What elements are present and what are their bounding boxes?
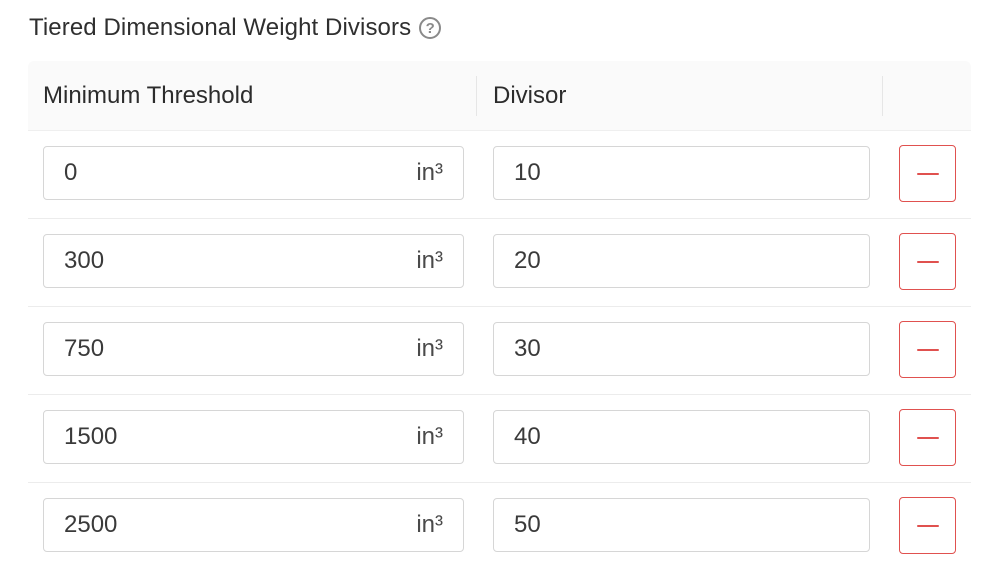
divisor-input[interactable]	[494, 499, 869, 551]
unit-label: in³	[416, 423, 443, 450]
column-divider	[882, 76, 883, 116]
minus-icon	[916, 436, 939, 439]
column-header-divisor: Divisor	[493, 82, 567, 109]
section-header: Tiered Dimensional Weight Divisors ?	[29, 12, 442, 44]
dimensional-weight-divisors-panel: Tiered Dimensional Weight Divisors ? Min…	[0, 0, 998, 570]
remove-row-button[interactable]	[899, 145, 956, 202]
minus-icon	[916, 524, 939, 527]
threshold-input[interactable]	[44, 411, 417, 463]
threshold-input[interactable]	[44, 323, 417, 375]
threshold-field[interactable]: in³	[43, 410, 464, 464]
threshold-input[interactable]	[44, 147, 417, 199]
divisor-field[interactable]	[493, 322, 870, 376]
threshold-field[interactable]: in³	[43, 322, 464, 376]
threshold-field[interactable]: in³	[43, 234, 464, 288]
divisor-field[interactable]	[493, 410, 870, 464]
unit-label: in³	[416, 511, 443, 538]
remove-row-button[interactable]	[899, 497, 956, 554]
help-icon[interactable]: ?	[419, 17, 442, 39]
divisor-input[interactable]	[494, 411, 869, 463]
minus-icon	[916, 260, 939, 263]
divisor-field[interactable]	[493, 146, 870, 200]
table-row: in³	[28, 483, 971, 570]
divisor-input[interactable]	[494, 235, 869, 287]
divisor-field[interactable]	[493, 498, 870, 552]
remove-row-button[interactable]	[899, 233, 956, 290]
unit-label: in³	[416, 159, 443, 186]
column-divider	[476, 76, 477, 116]
divisor-field[interactable]	[493, 234, 870, 288]
section-title: Tiered Dimensional Weight Divisors	[29, 14, 412, 41]
threshold-input[interactable]	[44, 235, 417, 287]
table-row: in³	[28, 219, 971, 307]
minus-icon	[916, 172, 939, 175]
remove-row-button[interactable]	[899, 321, 956, 378]
unit-label: in³	[416, 335, 443, 362]
divisors-table: Minimum Threshold Divisor in³ in³	[28, 61, 971, 570]
divisor-input[interactable]	[494, 323, 869, 375]
table-header: Minimum Threshold Divisor	[28, 61, 971, 131]
column-header-minimum-threshold: Minimum Threshold	[43, 82, 254, 109]
minus-icon	[916, 348, 939, 351]
threshold-input[interactable]	[44, 499, 417, 551]
remove-row-button[interactable]	[899, 409, 956, 466]
unit-label: in³	[416, 247, 443, 274]
table-row: in³	[28, 395, 971, 483]
threshold-field[interactable]: in³	[43, 498, 464, 552]
threshold-field[interactable]: in³	[43, 146, 464, 200]
table-row: in³	[28, 131, 971, 219]
table-row: in³	[28, 307, 971, 395]
divisor-input[interactable]	[494, 147, 869, 199]
